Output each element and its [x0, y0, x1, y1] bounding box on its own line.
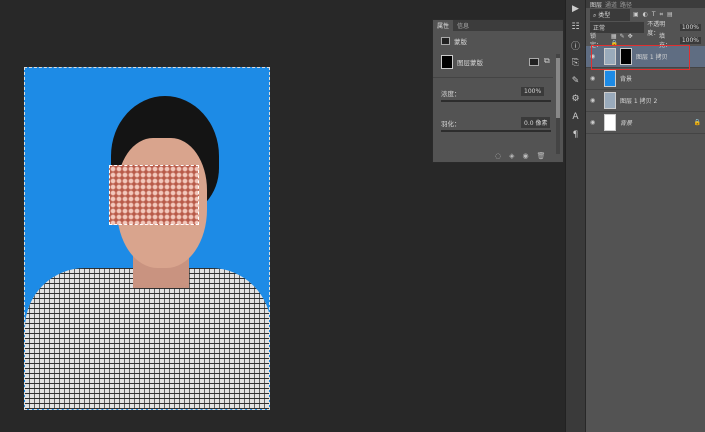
- play-icon[interactable]: ▶: [566, 0, 585, 18]
- paragraph-icon[interactable]: ¶: [566, 126, 585, 144]
- eye-icon[interactable]: ◉: [590, 119, 600, 126]
- document-canvas[interactable]: [24, 67, 270, 410]
- filter-select[interactable]: ⌕ 类型: [590, 8, 630, 21]
- vector-mask-button[interactable]: ⧉: [544, 56, 550, 66]
- filter-value: 类型: [598, 11, 611, 19]
- layer-row[interactable]: ◉ 背景: [586, 68, 705, 90]
- tab-properties[interactable]: 属性: [433, 20, 454, 31]
- delete-icon[interactable]: 🗑: [537, 152, 546, 160]
- layer-thumbnail: [604, 70, 616, 87]
- load-selection-icon[interactable]: ◌: [495, 152, 501, 160]
- divider: [433, 77, 553, 78]
- feather-slider[interactable]: [441, 130, 551, 132]
- tab-info[interactable]: 信息: [453, 20, 473, 31]
- lock-icon: 🔒: [693, 119, 701, 126]
- density-input[interactable]: 100%: [521, 87, 545, 96]
- layer-thumbnail: [604, 114, 616, 131]
- panel-dock: ▶ ☷ ⓘ ⎘ ✎ ⚙ A ¶: [565, 0, 585, 432]
- opacity-input[interactable]: 100%: [679, 24, 701, 31]
- tab-paths[interactable]: 路径: [620, 0, 632, 9]
- tab-layers[interactable]: 图层: [590, 0, 602, 9]
- layer-row[interactable]: ◉ 图层 1 拷贝 2: [586, 90, 705, 112]
- layer-row[interactable]: ◉ 背景 🔒: [586, 112, 705, 134]
- brush-preset-icon[interactable]: ✎: [566, 72, 585, 90]
- character-icon[interactable]: A: [566, 108, 585, 126]
- fill-input[interactable]: 100%: [679, 36, 702, 44]
- density-label: 浓度：: [441, 90, 461, 98]
- properties-panel: 属性 信息 蒙版 图层蒙版 ⧉ 浓度： 100% 羽化： 0.0 像素 ◌ ◈ …: [432, 19, 564, 163]
- feather-label: 羽化：: [441, 120, 461, 128]
- layer-mask-label: 图层蒙版: [457, 59, 483, 67]
- visibility-icon[interactable]: ◉: [523, 152, 529, 160]
- clone-source-icon[interactable]: ⎘: [566, 54, 585, 72]
- scrollbar[interactable]: [556, 54, 560, 154]
- mask-icon: [441, 37, 450, 45]
- highlight-box: [591, 45, 690, 70]
- tab-channels[interactable]: 通道: [605, 0, 617, 9]
- settings-icon[interactable]: ⚙: [566, 90, 585, 108]
- mosaic-selection: [109, 165, 199, 225]
- eye-icon[interactable]: ◉: [590, 97, 600, 104]
- adjust-icon[interactable]: ☷: [566, 18, 585, 36]
- pixel-mask-button[interactable]: [529, 58, 539, 66]
- layer-name: 图层 1 拷贝 2: [620, 98, 658, 105]
- layer-thumbnail: [604, 92, 616, 109]
- photo-shirt-pattern: [25, 268, 269, 409]
- eye-icon[interactable]: ◉: [590, 75, 600, 82]
- properties-type-label: 蒙版: [454, 38, 467, 46]
- layer-name: 背景: [620, 120, 633, 127]
- apply-mask-icon[interactable]: ◈: [509, 152, 514, 160]
- density-slider[interactable]: [441, 100, 551, 102]
- info-icon[interactable]: ⓘ: [566, 36, 585, 54]
- layer-mask-thumbnail: [441, 55, 453, 69]
- filter-icons[interactable]: ▣◐T⌗▤: [633, 11, 677, 19]
- feather-input[interactable]: 0.0 像素: [521, 117, 551, 128]
- layer-name: 背景: [620, 76, 633, 83]
